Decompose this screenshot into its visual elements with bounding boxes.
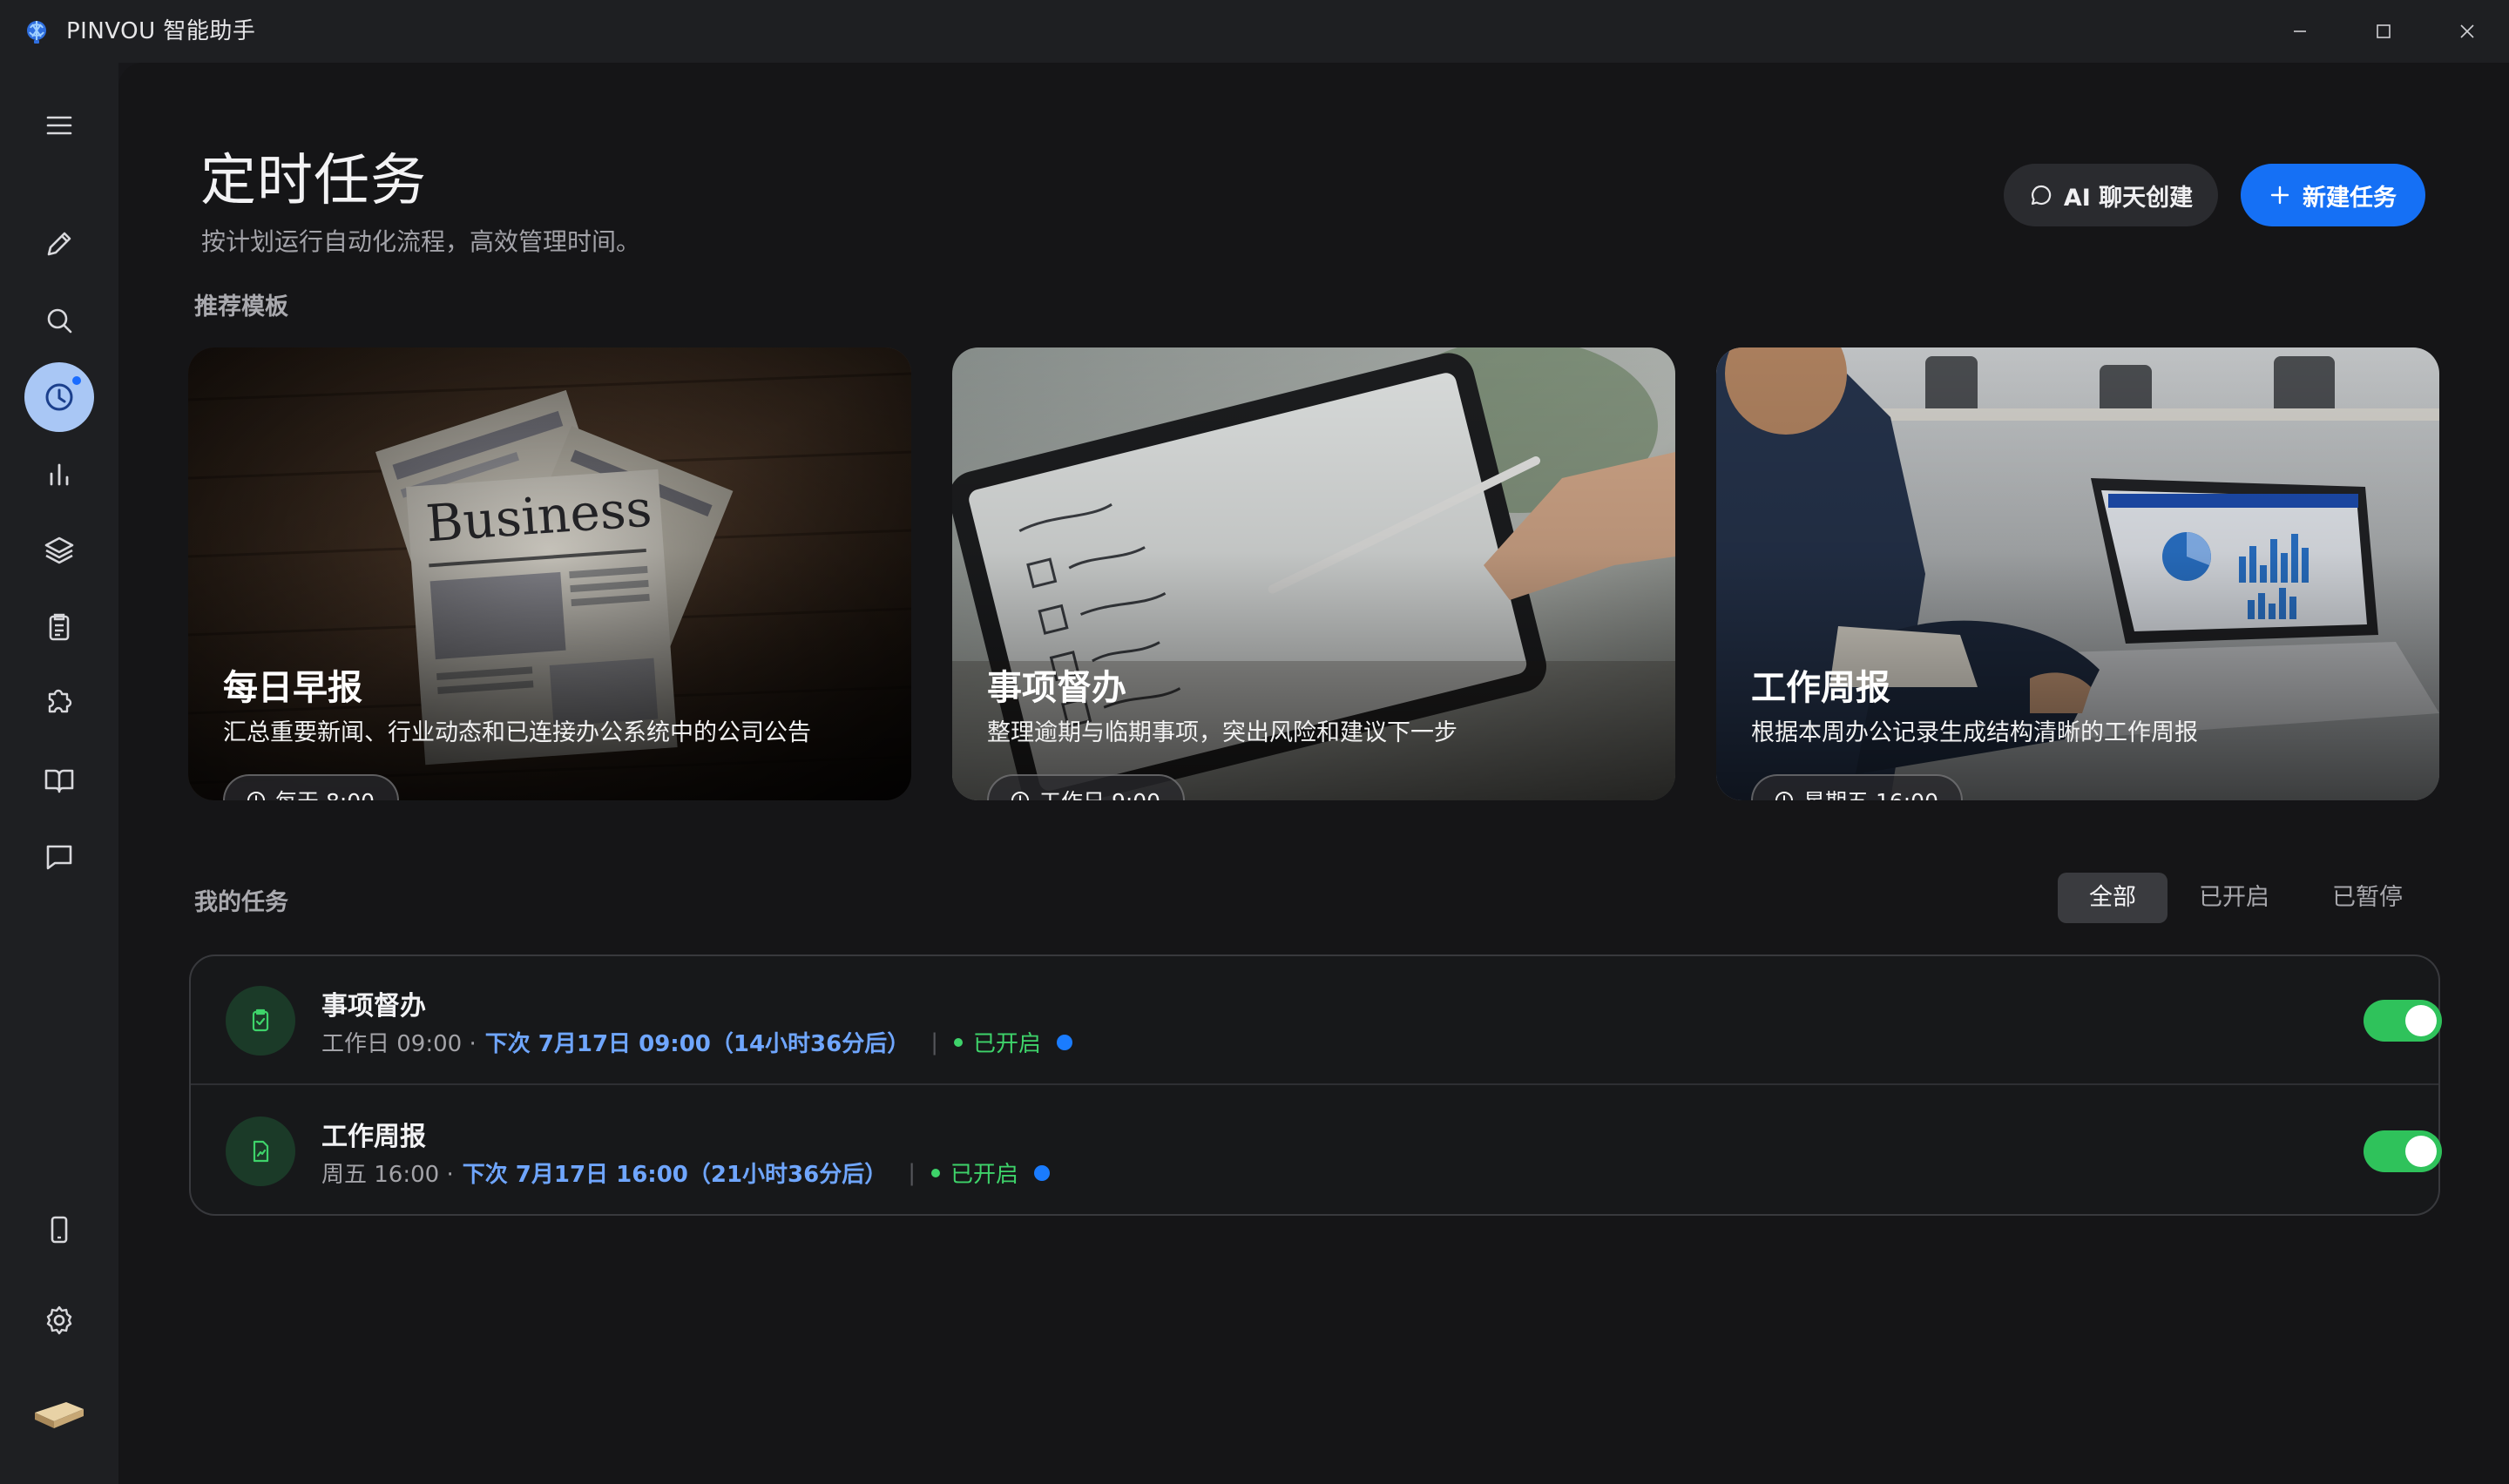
avatar[interactable] [24, 1376, 94, 1446]
search-icon [44, 305, 75, 336]
meta-separator: | [930, 1029, 939, 1056]
task-schedule: 工作日 09:00 · [321, 1031, 477, 1057]
close-button[interactable] [2425, 0, 2509, 63]
sidebar-item-knowledge[interactable] [24, 745, 94, 815]
task-row[interactable]: 工作周报 周五 16:00 · 下次 7月17日 16:00（21小时36分后）… [191, 1087, 2442, 1216]
new-task-label: 新建任务 [2303, 184, 2397, 212]
clock-icon [43, 381, 76, 414]
unread-dot-icon [1057, 1034, 1073, 1050]
main-panel: 定时任务 按计划运行自动化流程，高效管理时间。 AI 聊天创建 新建任务 推荐模… [118, 63, 2509, 1484]
task-name: 工作周报 [321, 1122, 426, 1152]
sidebar-item-scheduled-tasks[interactable] [24, 362, 94, 432]
template-card-weekly-report[interactable]: 工作周报 根据本周办公记录生成结构清晰的工作周报 星期五 16:00 [1716, 347, 2439, 800]
template-card-daily-brief[interactable]: Business 每日早报 汇总重要新闻、行业动态和已连接办公系统中的公司公告 … [188, 347, 911, 800]
clock-icon [246, 790, 267, 800]
clipboard-check-icon [226, 986, 295, 1056]
task-enable-toggle[interactable] [2364, 1130, 2442, 1172]
filter-all-tab[interactable]: 全部 [2058, 873, 2167, 923]
task-list: 事项督办 工作日 09:00 · 下次 7月17日 09:00（14小时36分后… [189, 954, 2442, 1216]
sidebar-item-mobile[interactable] [24, 1195, 94, 1265]
pencil-icon [44, 228, 75, 260]
task-status: 已开启 [950, 1162, 1019, 1188]
minimize-button[interactable] [2258, 0, 2342, 63]
template-card-title: 事项督办 [987, 668, 1126, 708]
task-name: 事项督办 [321, 991, 426, 1022]
layers-icon [43, 534, 76, 567]
task-schedule: 周五 16:00 · [321, 1162, 454, 1188]
schedule-chip: 星期五 16:00 [1751, 774, 1963, 800]
sidebar-item-stats[interactable] [24, 439, 94, 509]
task-next-run: 下次 7月17日 16:00（21小时36分后） [462, 1162, 888, 1188]
app-title: PINVOU 智能助手 [66, 18, 256, 44]
maximize-button[interactable] [2342, 0, 2425, 63]
schedule-chip-label: 工作日 9:00 [1039, 785, 1160, 800]
sidebar-item-layers[interactable] [24, 516, 94, 585]
title-bar: PINVOU 智能助手 [0, 0, 2509, 63]
settings-icon [43, 1304, 76, 1337]
clock-icon [1774, 790, 1795, 800]
menu-icon [44, 111, 74, 140]
task-filter-tabs: 全部 已开启 已暂停 [2058, 873, 2434, 923]
ai-chat-create-label: AI 聊天创建 [2063, 184, 2194, 212]
task-meta: 周五 16:00 · 下次 7月17日 16:00（21小时36分后） | 已开… [321, 1157, 1051, 1189]
sidebar-item-messages[interactable] [24, 822, 94, 892]
new-task-button[interactable]: 新建任务 [2241, 164, 2425, 226]
unread-dot-icon [1034, 1164, 1051, 1181]
chat-bubble-icon [2029, 183, 2053, 207]
templates-section-label: 推荐模板 [194, 293, 288, 320]
task-next-run: 下次 7月17日 09:00（14小时36分后） [484, 1031, 910, 1057]
schedule-chip-label: 星期五 16:00 [1803, 785, 1938, 800]
menu-button[interactable] [24, 91, 94, 160]
task-row[interactable]: 事项督办 工作日 09:00 · 下次 7月17日 09:00（14小时36分后… [191, 956, 2442, 1085]
task-status: 已开启 [973, 1031, 1042, 1057]
filter-paused-tab[interactable]: 已暂停 [2301, 873, 2434, 923]
document-chart-icon [226, 1116, 295, 1186]
page-subtitle: 按计划运行自动化流程，高效管理时间。 [201, 227, 641, 256]
page-title: 定时任务 [200, 149, 427, 213]
toggle-knob [2405, 1005, 2437, 1036]
sidebar-item-write[interactable] [24, 209, 94, 279]
ai-chat-create-button[interactable]: AI 聊天创建 [2004, 164, 2218, 226]
meta-separator: | [908, 1159, 916, 1186]
notification-dot [71, 374, 83, 387]
schedule-chip: 工作日 9:00 [987, 774, 1186, 800]
template-card-title: 工作周报 [1751, 668, 1890, 708]
template-card-title: 每日早报 [223, 668, 362, 708]
message-icon [44, 841, 75, 873]
filter-enabled-tab[interactable]: 已开启 [2167, 873, 2301, 923]
status-dot-icon [931, 1168, 941, 1177]
status-dot-icon [954, 1037, 964, 1047]
app-logo-icon [23, 17, 51, 45]
template-card-task-followup[interactable]: 事项督办 整理逾期与临期事项，突出风险和建议下一步 工作日 9:00 [952, 347, 1675, 800]
sidebar-item-settings[interactable] [24, 1285, 94, 1355]
sidebar-item-plugins[interactable] [24, 669, 94, 739]
clipboard-icon [44, 611, 75, 643]
toggle-knob [2405, 1136, 2437, 1167]
schedule-chip: 每天 8:00 [223, 774, 400, 800]
task-meta: 工作日 09:00 · 下次 7月17日 09:00（14小时36分后） | 已… [321, 1026, 1073, 1058]
sidebar-item-search[interactable] [24, 286, 94, 355]
sidebar-item-clipboard[interactable] [24, 592, 94, 662]
puzzle-icon [43, 687, 76, 720]
book-icon [43, 764, 76, 797]
template-card-description: 汇总重要新闻、行业动态和已连接办公系统中的公司公告 [223, 719, 811, 746]
phone-icon [44, 1214, 75, 1245]
sidebar [0, 63, 118, 1484]
bar-chart-icon [44, 458, 75, 489]
template-card-description: 整理逾期与临期事项，突出风险和建议下一步 [987, 719, 1457, 746]
clock-icon [1010, 790, 1031, 800]
task-enable-toggle[interactable] [2364, 1000, 2442, 1042]
template-card-description: 根据本周办公记录生成结构清晰的工作周报 [1751, 719, 2198, 746]
plus-icon [2269, 185, 2290, 206]
schedule-chip-label: 每天 8:00 [275, 785, 375, 800]
my-tasks-section-label: 我的任务 [194, 889, 288, 916]
